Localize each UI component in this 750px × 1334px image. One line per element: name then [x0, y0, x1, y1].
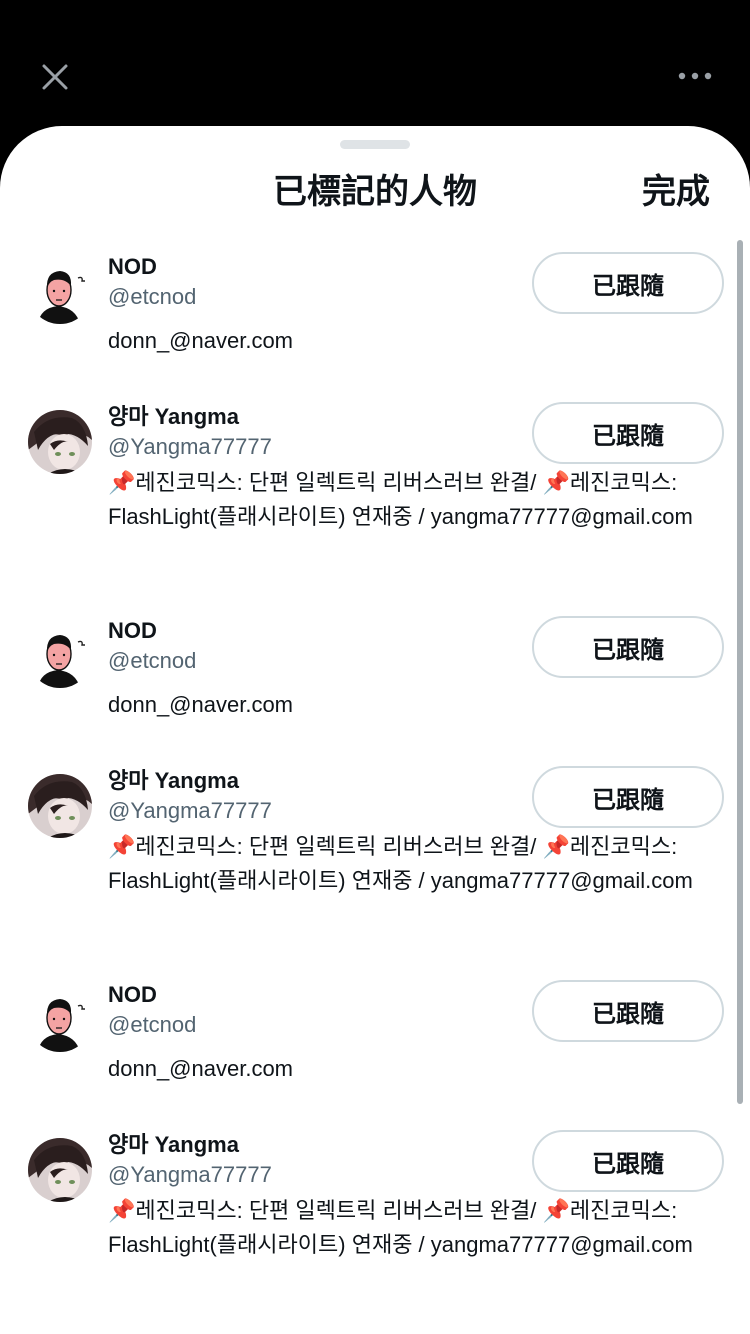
user-info: NOD @etcnod	[108, 980, 508, 1040]
more-button[interactable]	[668, 58, 722, 94]
user-name: 양마 Yangma	[108, 768, 239, 793]
following-button[interactable]: 已跟隨	[532, 766, 724, 828]
user-info: NOD @etcnod	[108, 616, 508, 676]
following-button[interactable]: 已跟隨	[532, 1130, 724, 1192]
sheet-title: 已標記的人物	[273, 173, 477, 211]
user-bio: 📌레진코믹스: 단편 일렉트릭 리버스러브 완결/ 📌레진코믹스: FlashL…	[108, 1198, 693, 1257]
user-handle: @Yangma77777	[108, 434, 272, 459]
user-handle: @etcnod	[108, 284, 197, 309]
close-icon	[42, 64, 68, 90]
user-name: NOD	[108, 982, 157, 1007]
following-button[interactable]: 已跟隨	[532, 402, 724, 464]
user-bio: 📌레진코믹스: 단편 일렉트릭 리버스러브 완결/ 📌레진코믹스: FlashL…	[108, 834, 693, 893]
sheet-grabber[interactable]	[340, 140, 410, 149]
yangma-avatar-icon	[28, 1138, 92, 1202]
user-bio: donn_@naver.com	[108, 692, 294, 717]
list-item[interactable]: 양마 Yangma @Yangma77777 📌레진코믹스: 단편 일렉트릭 리…	[0, 402, 750, 616]
user-info: NOD @etcnod	[108, 252, 508, 312]
following-button[interactable]: 已跟隨	[532, 616, 724, 678]
user-name: 양마 Yangma	[108, 404, 239, 429]
avatar[interactable]	[28, 1138, 92, 1202]
user-handle: @etcnod	[108, 648, 197, 673]
yangma-avatar-icon	[28, 410, 92, 474]
user-handle: @Yangma77777	[108, 1162, 272, 1187]
tagged-people-list: NOD @etcnod donn_@naver.com 已跟隨 양마 Yangm…	[0, 252, 750, 1330]
avatar[interactable]	[28, 624, 92, 688]
done-button[interactable]: 完成	[642, 170, 710, 214]
list-item[interactable]: NOD @etcnod donn_@naver.com 已跟隨	[0, 980, 750, 1130]
nod-avatar-icon	[28, 988, 92, 1052]
user-handle: @Yangma77777	[108, 798, 272, 823]
avatar[interactable]	[28, 988, 92, 1052]
user-bio: donn_@naver.com	[108, 1056, 294, 1081]
avatar[interactable]	[28, 260, 92, 324]
user-bio: donn_@naver.com	[108, 328, 294, 353]
nod-avatar-icon	[28, 624, 92, 688]
tagged-people-sheet: 已標記的人物 完成 NOD @etcnod donn_@naver.com 已跟…	[0, 126, 750, 1334]
screen: 已標記的人物 完成 NOD @etcnod donn_@naver.com 已跟…	[0, 0, 750, 1334]
list-item[interactable]: NOD @etcnod donn_@naver.com 已跟隨	[0, 616, 750, 766]
following-button[interactable]: 已跟隨	[532, 980, 724, 1042]
user-handle: @etcnod	[108, 1012, 197, 1037]
list-item[interactable]: 양마 Yangma @Yangma77777 📌레진코믹스: 단편 일렉트릭 리…	[0, 1130, 750, 1330]
user-info: 양마 Yangma @Yangma77777	[108, 766, 508, 826]
user-name: NOD	[108, 254, 157, 279]
avatar[interactable]	[28, 774, 92, 838]
close-button[interactable]	[32, 54, 78, 100]
list-item[interactable]: 양마 Yangma @Yangma77777 📌레진코믹스: 단편 일렉트릭 리…	[0, 766, 750, 980]
user-bio: 📌레진코믹스: 단편 일렉트릭 리버스러브 완결/ 📌레진코믹스: FlashL…	[108, 470, 693, 529]
user-info: 양마 Yangma @Yangma77777	[108, 1130, 508, 1190]
user-name: 양마 Yangma	[108, 1132, 239, 1157]
following-button[interactable]: 已跟隨	[532, 252, 724, 314]
nod-avatar-icon	[28, 260, 92, 324]
user-info: 양마 Yangma @Yangma77777	[108, 402, 508, 462]
avatar[interactable]	[28, 410, 92, 474]
list-item[interactable]: NOD @etcnod donn_@naver.com 已跟隨	[0, 252, 750, 402]
more-horizontal-icon	[678, 72, 712, 80]
yangma-avatar-icon	[28, 774, 92, 838]
user-name: NOD	[108, 618, 157, 643]
